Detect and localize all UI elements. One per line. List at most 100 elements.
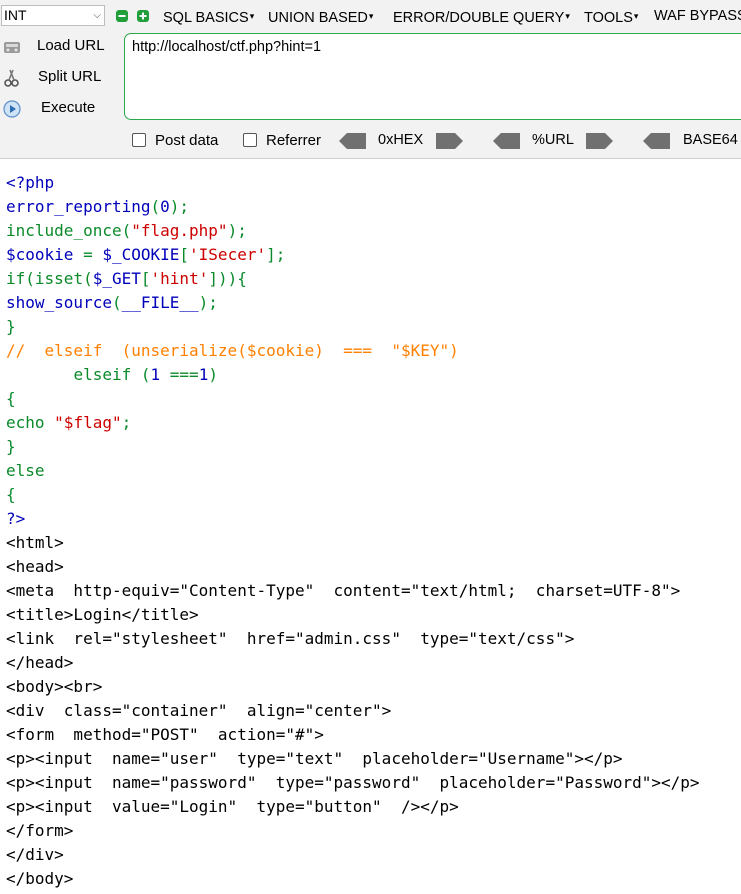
code-token: ])){: [208, 269, 247, 288]
caret-down-icon: ▾: [565, 11, 570, 21]
play-icon: [3, 100, 21, 118]
code-token: $cookie: [6, 245, 84, 264]
code-token: <p><input name="password" type="password…: [6, 773, 700, 792]
menu-waf-bypass-label: WAF BYPASS: [654, 8, 741, 24]
code-line: </head>: [6, 651, 700, 675]
code-token: <meta http-equiv="Content-Type" content=…: [6, 581, 681, 600]
code-token: include_once: [6, 221, 122, 240]
menu-bar: INT ⌵ SQL BASICS▾ UNION BASED▾ ERROR/DOU…: [0, 0, 741, 32]
chevron-down-icon: ⌵: [93, 10, 101, 21]
code-line: <meta http-equiv="Content-Type" content=…: [6, 579, 700, 603]
scissors-icon: [4, 69, 19, 87]
code-token: </head>: [6, 653, 74, 672]
menu-sql-basics[interactable]: SQL BASICS▾: [163, 6, 254, 28]
referrer-checkbox[interactable]: [243, 133, 257, 147]
code-token: (: [111, 293, 122, 312]
hex-decode-arrow-icon[interactable]: [339, 133, 366, 149]
code-token: 1: [150, 365, 170, 384]
plus-icon[interactable]: [137, 10, 149, 22]
code-token: }: [6, 317, 16, 336]
referrer-label: Referrer: [266, 132, 322, 149]
injection-type-select[interactable]: INT ⌵: [1, 5, 105, 26]
url-textarea[interactable]: http://localhost/ctf.php?hint=1: [124, 33, 741, 120]
code-line: <form method="POST" action="#">: [6, 723, 700, 747]
code-line: elseif (1 ===1): [6, 363, 700, 387]
code-line: <html>: [6, 531, 700, 555]
code-token: );: [227, 221, 247, 240]
code-token: ];: [266, 245, 286, 264]
code-token: <link rel="stylesheet" href="admin.css" …: [6, 629, 575, 648]
code-line: if(isset($_GET['hint'])){: [6, 267, 700, 291]
code-token: {: [6, 485, 16, 504]
post-data-checkbox[interactable]: [132, 133, 146, 147]
code-line: <head>: [6, 555, 700, 579]
code-line: <p><input value="Login" type="button" />…: [6, 795, 700, 819]
load-url-button[interactable]: Load URL: [0, 34, 118, 60]
code-token: ): [208, 365, 218, 384]
code-token: </div>: [6, 845, 64, 864]
menu-error-double-query[interactable]: ERROR/DOUBLE QUERY▾: [393, 6, 570, 28]
code-token: if: [6, 269, 26, 288]
url-encoder-label: %URL: [532, 132, 574, 148]
code-token: error_reporting: [6, 197, 151, 216]
url-encode-arrow-icon[interactable]: [586, 133, 613, 149]
split-url-button[interactable]: Split URL: [0, 65, 118, 91]
caret-down-icon: ▾: [368, 11, 374, 21]
code-token: );: [169, 197, 190, 216]
code-token: }: [6, 437, 16, 456]
code-line: // elseif (unserialize($cookie) === "$KE…: [6, 339, 700, 363]
menu-tools-label: TOOLS: [584, 10, 633, 26]
code-token: show_source: [6, 293, 112, 312]
url-decode-arrow-icon[interactable]: [493, 133, 520, 149]
code-line: <title>Login</title>: [6, 603, 700, 627]
menu-sql-basics-label: SQL BASICS: [163, 10, 249, 26]
code-line: }: [6, 315, 700, 339]
code-line: </form>: [6, 819, 700, 843]
menu-tools[interactable]: TOOLS▾: [584, 6, 638, 28]
code-token: "$flag": [54, 413, 122, 432]
menu-error-double-label: ERROR/DOUBLE QUERY: [393, 10, 565, 26]
code-token: <p><input value="Login" type="button" />…: [6, 797, 459, 816]
execute-button[interactable]: Execute: [0, 96, 118, 122]
menu-union-based-label: UNION BASED: [268, 10, 368, 26]
load-url-icon: [4, 42, 20, 53]
code-token: [: [140, 269, 151, 288]
code-token: (: [140, 365, 151, 384]
code-token: </form>: [6, 821, 74, 840]
code-line: <link rel="stylesheet" href="admin.css" …: [6, 627, 700, 651]
hex-encode-arrow-icon[interactable]: [436, 133, 463, 149]
code-token: =: [83, 245, 103, 264]
menu-waf-bypass[interactable]: WAF BYPASS: [654, 6, 741, 26]
code-token: 'hint': [150, 269, 209, 288]
code-token: <form method="POST" action="#">: [6, 725, 324, 744]
code-token: ;: [121, 413, 132, 432]
post-data-label: Post data: [155, 132, 219, 149]
code-line: $cookie = $_COOKIE['ISecer'];: [6, 243, 700, 267]
code-token: <p><input name="user" type="text" placeh…: [6, 749, 623, 768]
hackbar-toolbar: INT ⌵ SQL BASICS▾ UNION BASED▾ ERROR/DOU…: [0, 0, 741, 159]
code-line: <p><input name="password" type="password…: [6, 771, 700, 795]
base64-decode-arrow-icon[interactable]: [643, 133, 670, 149]
code-token: <title>Login</title>: [6, 605, 199, 624]
code-token: <body><br>: [6, 677, 103, 696]
code-line: </div>: [6, 843, 700, 867]
menu-union-based[interactable]: UNION BASED▾: [268, 6, 373, 28]
code-token: elseif: [73, 365, 141, 384]
code-line: </body>: [6, 867, 700, 891]
caret-down-icon: ▾: [633, 11, 639, 21]
minus-icon[interactable]: [116, 10, 128, 22]
code-token: ?>: [6, 509, 26, 528]
base64-encoder-label: BASE64: [683, 132, 738, 148]
code-token: (: [121, 221, 132, 240]
code-token: (: [83, 269, 93, 288]
code-line: <?php: [6, 171, 700, 195]
load-url-label: Load URL: [37, 37, 105, 54]
code-line: ?>: [6, 507, 700, 531]
code-token: __FILE__: [121, 293, 199, 312]
code-line: <body><br>: [6, 675, 700, 699]
code-token: $_GET: [92, 269, 141, 288]
code-line: {: [6, 483, 700, 507]
code-line: error_reporting(0);: [6, 195, 700, 219]
code-line: <div class="container" align="center">: [6, 699, 700, 723]
